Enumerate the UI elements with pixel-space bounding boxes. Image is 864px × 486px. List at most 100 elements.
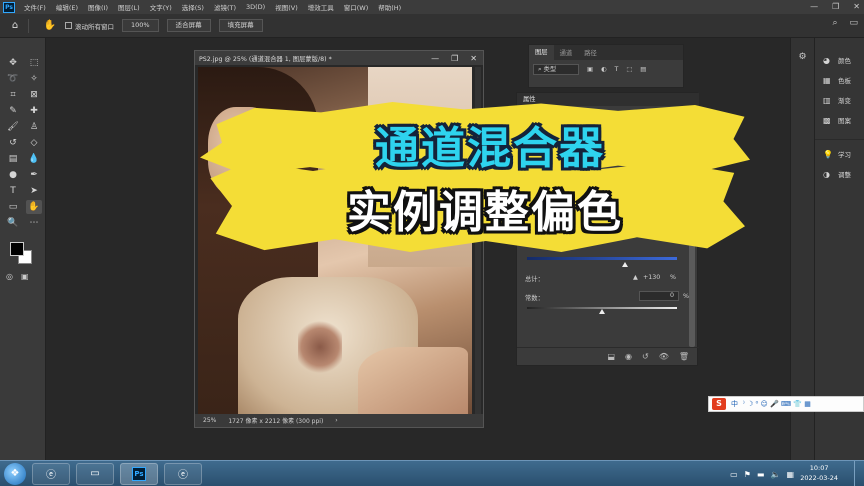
- menu-view[interactable]: 视图(V): [270, 2, 303, 12]
- marquee-tool-icon[interactable]: ⬚: [26, 56, 42, 70]
- blue-slider-thumb[interactable]: [621, 262, 628, 267]
- menu-help[interactable]: 帮助(H): [373, 2, 406, 12]
- hand-tool-icon[interactable]: ✋: [26, 200, 42, 214]
- reset-icon[interactable]: ↺: [642, 352, 649, 361]
- adjust-filter-icon[interactable]: ◐: [601, 66, 607, 73]
- menu-filter[interactable]: 滤镜(T): [209, 2, 241, 12]
- panel-swatches[interactable]: ▦ 色板: [815, 70, 864, 90]
- more-tools-icon[interactable]: ⋯: [26, 216, 42, 230]
- screen-mode-icon[interactable]: ▣: [21, 272, 29, 281]
- dodge-tool-icon[interactable]: ●: [5, 168, 21, 182]
- status-arrow-icon[interactable]: ›: [335, 417, 337, 424]
- stamp-tool-icon[interactable]: ♙: [26, 120, 42, 134]
- explorer-icon[interactable]: ▭: [76, 462, 114, 485]
- tray-battery-icon[interactable]: ▬: [757, 470, 765, 479]
- smart-filter-icon[interactable]: ▤: [640, 66, 646, 73]
- constant-unit: %: [683, 293, 689, 300]
- doc-maximize-icon[interactable]: ❐: [451, 54, 458, 63]
- menu-type[interactable]: 文字(Y): [145, 2, 177, 12]
- start-button-icon[interactable]: ❖: [4, 462, 26, 485]
- clip-to-layer-icon[interactable]: ⬓: [607, 352, 615, 361]
- pixel-filter-icon[interactable]: ▣: [587, 66, 593, 73]
- view-previous-icon[interactable]: ◉: [625, 352, 632, 361]
- menu-file[interactable]: 文件(F): [19, 2, 51, 12]
- taskbar-photoshop[interactable]: Ps: [120, 462, 158, 485]
- sogou-logo-icon[interactable]: S: [712, 398, 726, 410]
- constant-slider-thumb[interactable]: [599, 309, 605, 314]
- tab-paths[interactable]: 路径: [578, 48, 603, 57]
- tray-speaker-icon[interactable]: 🔈: [770, 470, 780, 479]
- tray-flag-icon[interactable]: ⚑: [744, 470, 751, 479]
- system-tray: ▭ ⚑ ▬ 🔈 ▦: [730, 463, 794, 485]
- menu-image[interactable]: 图像(I): [83, 2, 113, 12]
- close-button[interactable]: ✕: [853, 0, 860, 14]
- zoom-tool-icon[interactable]: 🔍: [5, 216, 21, 230]
- pen-tool-icon[interactable]: ✒: [26, 168, 42, 182]
- document-tab[interactable]: PS2.jpg @ 25% (通道混合器 1, 图层蒙版/8) * — ❐ ✕: [195, 51, 483, 65]
- ime-mode[interactable]: 中: [731, 399, 738, 409]
- history-brush-icon[interactable]: ↺: [5, 136, 21, 150]
- panel-pattern[interactable]: ▩ 图案: [815, 110, 864, 130]
- panel-gradient[interactable]: ▥ 渐变: [815, 90, 864, 110]
- scroll-all-windows-label: 滚动所有窗口: [75, 22, 114, 31]
- maximize-button[interactable]: ❐: [832, 0, 839, 14]
- eyedropper-icon[interactable]: ✎: [5, 104, 21, 118]
- fill-screen-button[interactable]: 填充屏幕: [218, 19, 263, 32]
- path-select-icon[interactable]: ➤: [26, 184, 42, 198]
- frame-tool-icon[interactable]: ⊠: [26, 88, 42, 102]
- delete-icon[interactable]: 🗑: [679, 352, 689, 361]
- photo-flower: [298, 317, 342, 377]
- shape-filter-icon[interactable]: ⬚: [626, 66, 632, 73]
- tray-network-icon[interactable]: ▦: [786, 470, 794, 479]
- panel-color[interactable]: ◕ 颜色: [815, 50, 864, 70]
- workspace-icon[interactable]: ▭: [849, 18, 858, 28]
- blue-channel-slider[interactable]: [527, 257, 677, 260]
- search-icon[interactable]: ⌕: [832, 18, 837, 28]
- tab-layers[interactable]: 图层: [529, 45, 554, 60]
- crop-tool-icon[interactable]: ⌗: [5, 88, 21, 102]
- fit-screen-button[interactable]: 适合屏幕: [166, 19, 211, 32]
- eraser-icon[interactable]: ◇: [26, 136, 42, 150]
- properties-strip-icon[interactable]: ⚙: [795, 52, 811, 66]
- healing-brush-icon[interactable]: ✚: [26, 104, 42, 118]
- visibility-icon[interactable]: 👁: [659, 352, 669, 361]
- menu-3d[interactable]: 3D(D): [241, 3, 270, 11]
- rectangle-tool-icon[interactable]: ▭: [5, 200, 21, 214]
- quick-mask-icon[interactable]: ◎: [6, 272, 13, 281]
- doc-minimize-icon[interactable]: —: [431, 54, 439, 63]
- menu-layer[interactable]: 图层(L): [113, 2, 145, 12]
- zoom-100-button[interactable]: 100%: [122, 19, 159, 32]
- ie-browser-icon[interactable]: ⓔ: [32, 462, 70, 485]
- blur-tool-icon[interactable]: 💧: [26, 152, 42, 166]
- tab-channels[interactable]: 通道: [554, 48, 579, 57]
- show-desktop-button[interactable]: [854, 461, 864, 486]
- ime-icons[interactable]: ⁾ ☽ ⁰ ☺ 🎤 ⌨ 👕 ▦: [743, 400, 811, 408]
- constant-input[interactable]: 0: [639, 291, 679, 301]
- type-tool-icon[interactable]: T: [5, 184, 21, 198]
- menu-select[interactable]: 选择(S): [177, 2, 209, 12]
- scroll-all-windows-checkbox[interactable]: [65, 22, 72, 29]
- menu-window[interactable]: 窗口(W): [339, 2, 374, 12]
- panel-divider: [815, 130, 864, 140]
- home-icon[interactable]: ⌂: [8, 19, 22, 33]
- move-tool-icon[interactable]: ✥: [5, 56, 21, 70]
- layer-kind-filter[interactable]: ⌕ 类型: [533, 63, 579, 75]
- tray-display-icon[interactable]: ▭: [730, 470, 738, 479]
- menu-edit[interactable]: 编辑(E): [51, 2, 83, 12]
- hand-tool-icon[interactable]: ✋: [43, 19, 57, 33]
- doc-close-icon[interactable]: ✕: [470, 54, 477, 63]
- brush-tool-icon[interactable]: 🖌: [5, 120, 21, 134]
- panel-learn-label: 学习: [838, 151, 851, 159]
- menu-plugins[interactable]: 增效工具: [303, 2, 339, 12]
- clock[interactable]: 10:07 2022-03-24: [800, 463, 838, 483]
- gradient-tool-icon[interactable]: ▤: [5, 152, 21, 166]
- type-filter-icon[interactable]: T: [614, 66, 618, 73]
- zoom-level[interactable]: 25%: [203, 417, 216, 424]
- lasso-tool-icon[interactable]: ➰: [5, 72, 21, 86]
- minimize-button[interactable]: —: [810, 0, 818, 14]
- foreground-color-swatch[interactable]: [10, 242, 24, 256]
- magic-wand-icon[interactable]: ✧: [26, 72, 42, 86]
- edge-browser-icon[interactable]: ⓔ: [164, 462, 202, 485]
- panel-adjustments[interactable]: ◑ 调整: [815, 164, 864, 184]
- panel-learn[interactable]: 💡 学习: [815, 144, 864, 164]
